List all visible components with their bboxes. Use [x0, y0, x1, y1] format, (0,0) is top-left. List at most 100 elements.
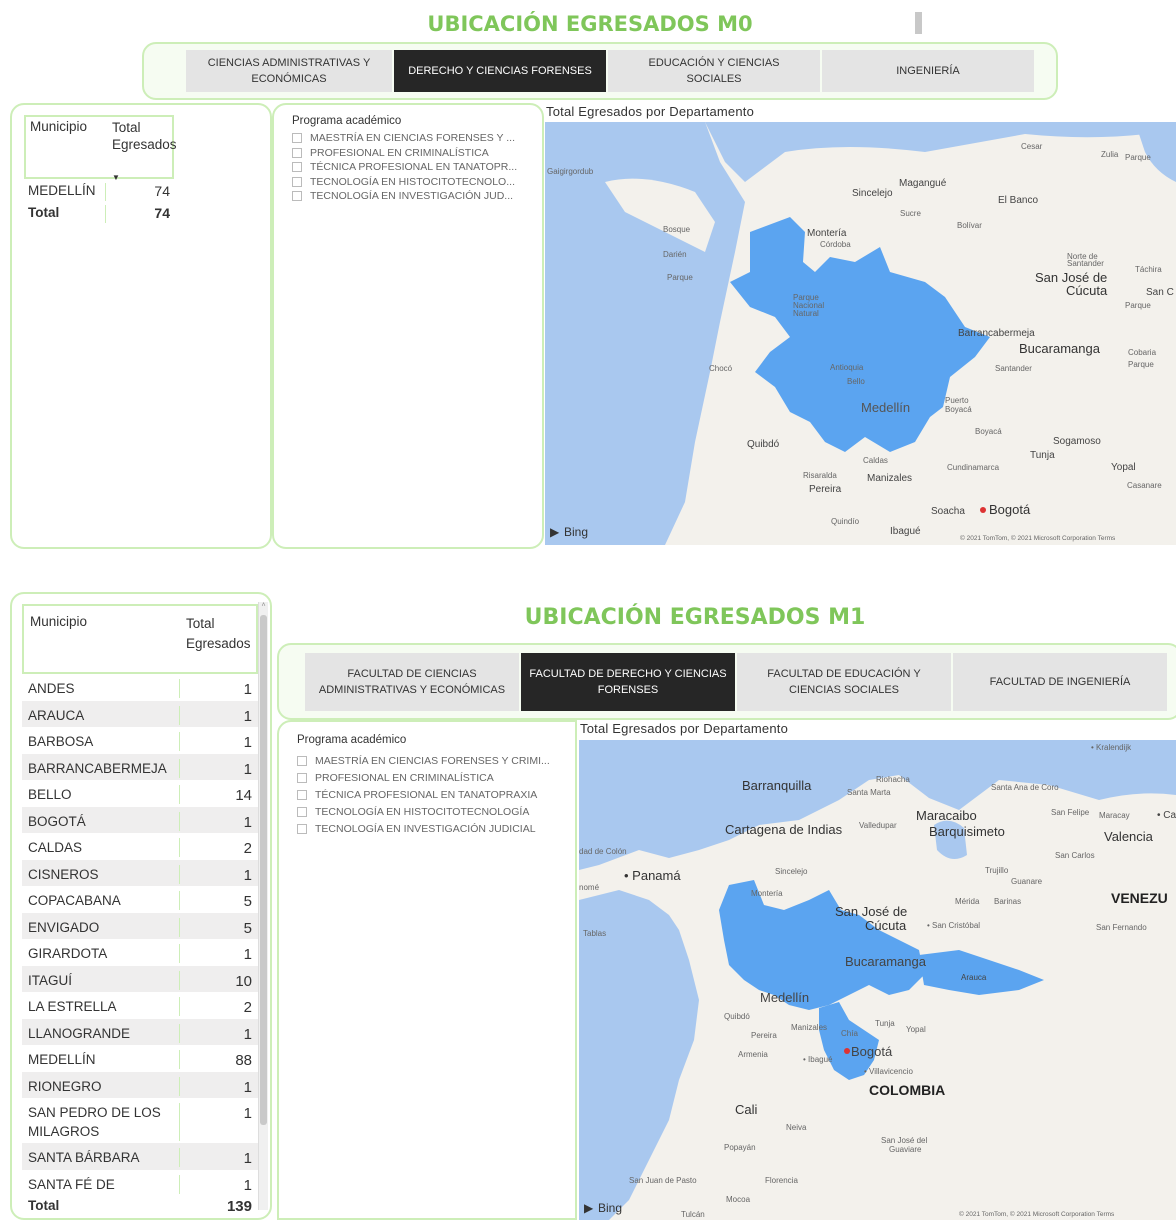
svg-text:San Fernando: San Fernando: [1096, 923, 1147, 932]
checkbox[interactable]: [297, 823, 307, 834]
total-cell: 1: [243, 946, 252, 963]
table-row[interactable]: CISNEROS 1: [22, 859, 258, 886]
slicer-item[interactable]: PROFESIONAL EN CRIMINALÍSTICA: [292, 146, 532, 161]
table-row[interactable]: SANTA FÉ DE 1: [22, 1169, 258, 1196]
scroll-thumb[interactable]: [260, 615, 267, 1125]
tab-ciencias-administrativas[interactable]: CIENCIAS ADMINISTRATIVAS Y ECONÓMICAS: [186, 50, 392, 92]
svg-text:Arauca: Arauca: [961, 973, 987, 982]
svg-text:Casanare: Casanare: [1127, 481, 1162, 490]
municipio-cell: BOGOTÁ: [28, 811, 180, 831]
tab-facultad-ciencias-administrativas[interactable]: FACULTAD DE CIENCIAS ADMINISTRATIVAS Y E…: [305, 652, 519, 711]
tab-educacion[interactable]: EDUCACIÓN Y CIENCIAS SOCIALES: [608, 50, 820, 92]
table-row[interactable]: SANTA BÁRBARA 1: [22, 1143, 258, 1170]
svg-text:Trujillo: Trujillo: [985, 866, 1009, 875]
map-copyright[interactable]: © 2021 TomTom, © 2021 Microsoft Corporat…: [959, 1210, 1115, 1218]
svg-text:Maracaibo: Maracaibo: [916, 808, 977, 823]
slicer-item[interactable]: TECNOLOGÍA EN INVESTIGACIÓN JUD...: [292, 189, 532, 204]
checkbox[interactable]: [292, 191, 302, 202]
checkbox[interactable]: [292, 162, 302, 173]
table-row[interactable]: ENVIGADO 5: [22, 912, 258, 939]
svg-text:San C: San C: [1146, 287, 1174, 298]
scroll-up-icon[interactable]: ˄: [259, 602, 268, 609]
checkbox[interactable]: [292, 133, 302, 144]
table-row[interactable]: BOGOTÁ 1: [22, 806, 258, 833]
svg-text:Sincelejo: Sincelejo: [852, 188, 893, 199]
slicer-item[interactable]: TECNOLOGÍA EN HISTOCITOTECNOLO...: [292, 175, 532, 190]
checkbox[interactable]: [297, 789, 307, 800]
table-row[interactable]: ARAUCA 1: [22, 700, 258, 727]
page-title-m0: UBICACIÓN EGRESADOS M0: [427, 12, 753, 36]
map-copyright[interactable]: © 2021 TomTom, © 2021 Microsoft Corporat…: [960, 534, 1116, 542]
svg-text:Cúcuta: Cúcuta: [865, 918, 907, 933]
checkbox[interactable]: [297, 806, 307, 817]
svg-text:COLOMBIA: COLOMBIA: [869, 1082, 945, 1098]
municipio-cell: CISNEROS: [28, 864, 180, 884]
table-row[interactable]: MEDELLÍN 88: [22, 1045, 258, 1072]
column-header-municipio[interactable]: Municipio: [26, 117, 108, 177]
total-cell: 1: [243, 866, 252, 884]
slicer-item[interactable]: MAESTRÍA EN CIENCIAS FORENSES Y ...: [292, 131, 532, 146]
table-row[interactable]: SAN PEDRO DE LOS MILAGROS 1: [22, 1098, 258, 1143]
map-m1[interactable]: • Kralendijk Barranquilla Riohacha Santa…: [579, 740, 1176, 1220]
svg-text:Valledupar: Valledupar: [859, 821, 897, 830]
tab-facultad-educacion[interactable]: FACULTAD DE EDUCACIÓN Y CIENCIAS SOCIALE…: [737, 652, 951, 711]
svg-text:San Juan de Pasto: San Juan de Pasto: [629, 1176, 697, 1185]
checkbox[interactable]: [297, 772, 307, 783]
sort-desc-icon: ▼: [112, 173, 120, 182]
checkbox[interactable]: [292, 147, 302, 158]
map-m0[interactable]: Gaigirgordub Sincelejo Magangué El Banco…: [545, 122, 1176, 545]
municipio-cell: ITAGUÍ: [28, 970, 180, 990]
total-value: 74: [154, 205, 170, 221]
table-row[interactable]: MEDELLÍN 74: [24, 179, 174, 201]
antioquia-region[interactable]: [730, 217, 990, 452]
svg-text:Caldas: Caldas: [863, 456, 888, 465]
table-row[interactable]: BARBOSA 1: [22, 727, 258, 754]
table-row[interactable]: BARRANCABERMEJA 1: [22, 753, 258, 780]
total-cell: 5: [243, 919, 252, 937]
checkbox[interactable]: [292, 176, 302, 187]
table-row[interactable]: LA ESTRELLA 2: [22, 992, 258, 1019]
slicer-item[interactable]: MAESTRÍA EN CIENCIAS FORENSES Y CRIMI...: [297, 752, 567, 769]
slicer-item-label: TÉCNICA PROFESIONAL EN TANATOPRAXIA: [315, 788, 538, 801]
total-label: Total: [28, 1198, 60, 1213]
slicer-item[interactable]: TECNOLOGÍA EN HISTOCITOTECNOLOGÍA: [297, 803, 567, 820]
municipio-cell: BARBOSA: [28, 732, 180, 751]
table-row[interactable]: BELLO 14: [22, 780, 258, 807]
column-header-municipio[interactable]: Municipio: [24, 606, 182, 672]
svg-text:Sucre: Sucre: [900, 209, 921, 218]
total-cell: 1: [243, 707, 252, 725]
slicer-item[interactable]: PROFESIONAL EN CRIMINALÍSTICA: [297, 769, 567, 786]
table-row[interactable]: COPACABANA 5: [22, 886, 258, 913]
total-cell: 1: [243, 1150, 252, 1167]
svg-text:Córdoba: Córdoba: [820, 240, 851, 249]
slicer-item[interactable]: TÉCNICA PROFESIONAL EN TANATOPRAXIA: [297, 786, 567, 803]
tab-ingenieria[interactable]: INGENIERÍA: [822, 50, 1034, 92]
table-row[interactable]: ITAGUÍ 10: [22, 965, 258, 992]
table-scrollbar[interactable]: ˄: [258, 602, 268, 1210]
slicer-item[interactable]: TÉCNICA PROFESIONAL EN TANATOPR...: [292, 160, 532, 175]
table-row[interactable]: ANDES 1: [22, 674, 258, 701]
total-cell: 2: [243, 999, 252, 1016]
tab-facultad-ingenieria[interactable]: FACULTAD DE INGENIERÍA: [953, 652, 1167, 711]
faculty-tabs-m0: CIENCIAS ADMINISTRATIVAS Y ECONÓMICAS DE…: [142, 42, 1058, 100]
table-row[interactable]: LLANOGRANDE 1: [22, 1018, 258, 1045]
municipio-cell: MEDELLÍN: [28, 183, 106, 201]
column-header-total[interactable]: Total Egresados ▼: [108, 117, 177, 182]
table-row[interactable]: RIONEGRO 1: [22, 1071, 258, 1098]
municipio-cell: SAN PEDRO DE LOS MILAGROS: [28, 1103, 180, 1141]
toolbar-grip: [915, 12, 922, 34]
bing-logo: ▶: [584, 1201, 594, 1215]
column-header-total[interactable]: Total Egresados: [182, 606, 256, 672]
table-row[interactable]: CALDAS 2: [22, 833, 258, 860]
svg-text:Tulcán: Tulcán: [681, 1210, 705, 1219]
total-cell: 88: [235, 1052, 252, 1069]
tab-facultad-derecho[interactable]: FACULTAD DE DERECHO Y CIENCIAS FORENSES: [521, 652, 735, 711]
svg-text:Puerto: Puerto: [945, 396, 969, 405]
checkbox[interactable]: [297, 755, 307, 766]
highlight-region-north[interactable]: [719, 880, 924, 1010]
table-row[interactable]: GIRARDOTA 1: [22, 939, 258, 966]
municipio-cell: COPACABANA: [28, 891, 180, 910]
svg-text:• San Cristóbal: • San Cristóbal: [927, 921, 980, 930]
slicer-item[interactable]: TECNOLOGÍA EN INVESTIGACIÓN JUDICIAL: [297, 820, 567, 837]
tab-derecho[interactable]: DERECHO Y CIENCIAS FORENSES: [394, 50, 606, 92]
